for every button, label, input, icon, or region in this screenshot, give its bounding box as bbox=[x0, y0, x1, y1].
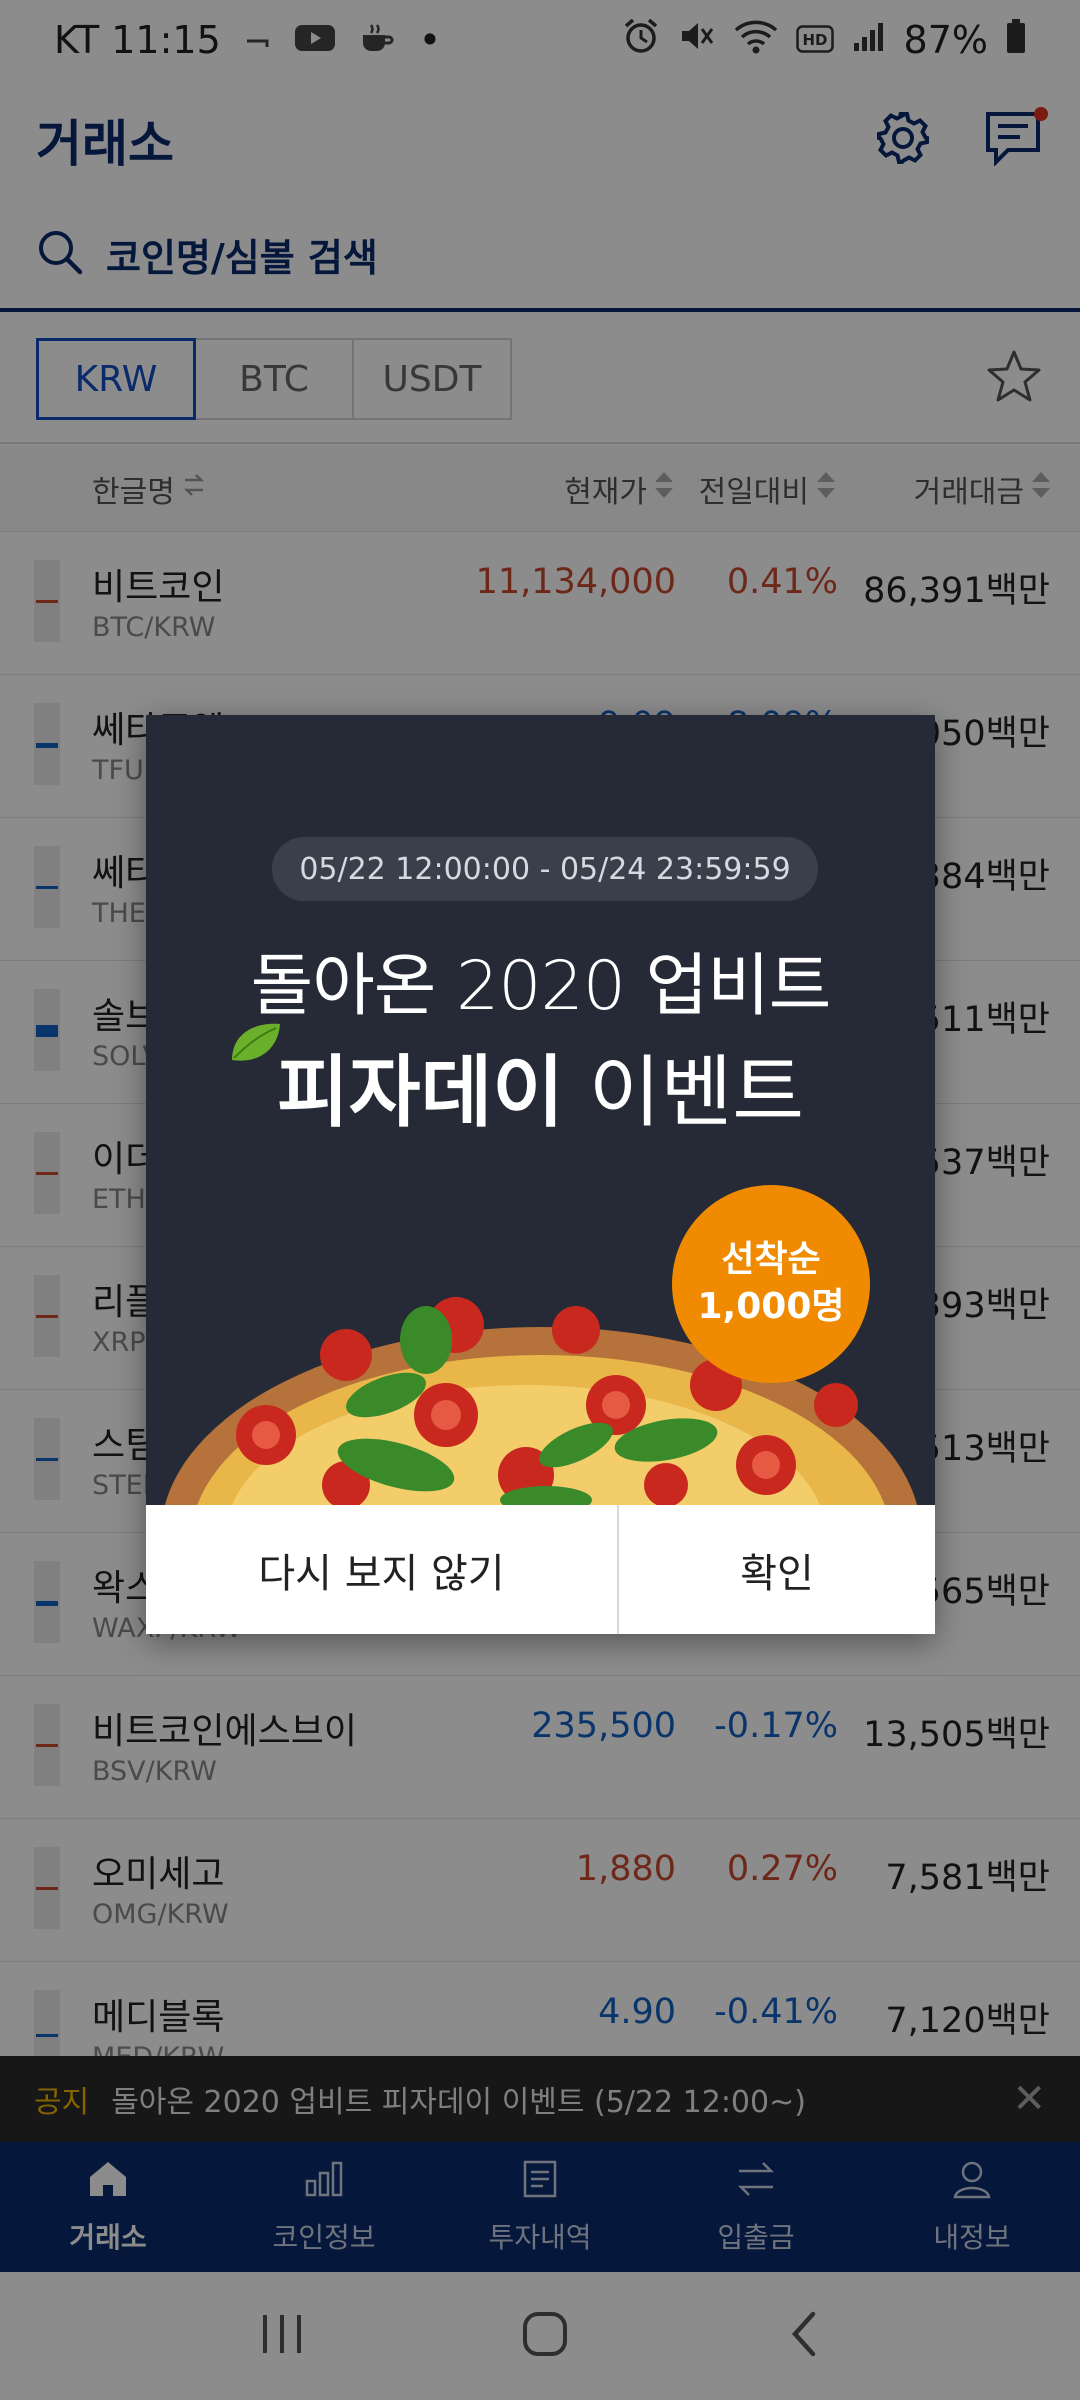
badge-line1: 선착순 bbox=[721, 1239, 821, 1281]
promo-bold: 피자데이 bbox=[276, 1048, 564, 1138]
event-popup: 05/22 12:00:00 - 05/24 23:59:59 돌아온 2020… bbox=[146, 715, 935, 1634]
first-come-badge: 선착순 1,000명 bbox=[672, 1185, 870, 1383]
dont-show-again-button[interactable]: 다시 보지 않기 bbox=[146, 1505, 619, 1634]
promo-headline: 돌아온 2020 업비트 bbox=[250, 947, 832, 1026]
confirm-button[interactable]: 확인 bbox=[619, 1505, 935, 1634]
tab-krw[interactable]: KRW bbox=[36, 338, 196, 420]
promo-rest: 이벤트 bbox=[563, 1048, 805, 1138]
event-date-range: 05/22 12:00:00 - 05/24 23:59:59 bbox=[272, 837, 818, 901]
badge-line2: 1,000명 bbox=[697, 1286, 845, 1327]
promo-subheadline: 피자데이 이벤트 bbox=[146, 1030, 935, 1142]
popup-actions: 다시 보지 않기 확인 bbox=[146, 1505, 935, 1634]
